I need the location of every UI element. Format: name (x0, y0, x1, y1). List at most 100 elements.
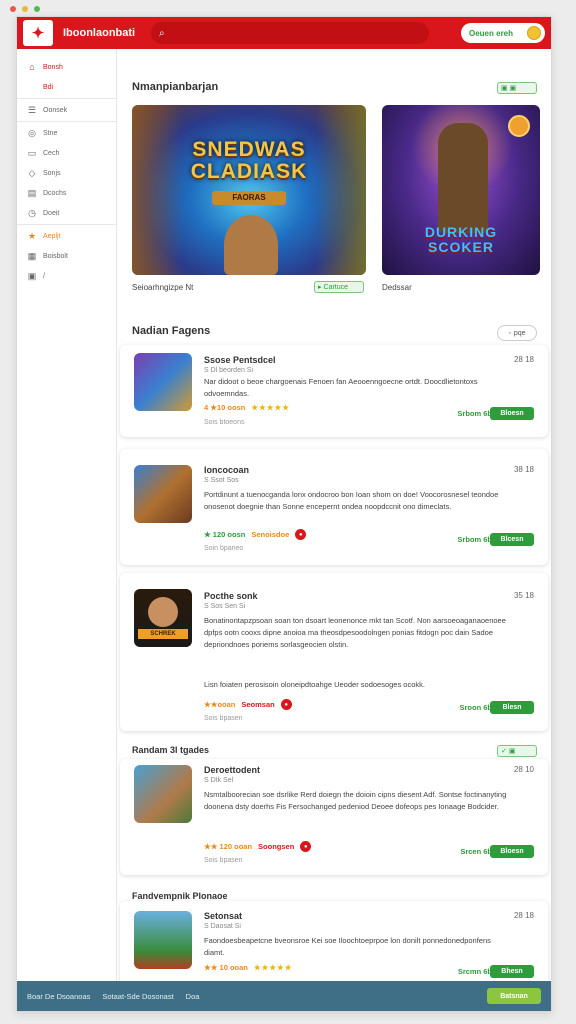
game-card[interactable]: Ssose Pentsdcel S Dl beorden Si Nar dido… (120, 345, 548, 437)
footer-link[interactable]: Sotaat-Sde Dosonast (102, 992, 173, 1001)
footer-bar: Boar De Dsoanoas Sotaat-Sde Dosonast Doa… (17, 981, 551, 1011)
game-link[interactable]: Srcen 6b (460, 847, 492, 856)
sidebar-item-9[interactable]: ▦ Boisbolt (17, 246, 116, 266)
folder-icon: ▣ (27, 270, 37, 281)
category-badge[interactable]: ✓ ▣ (497, 745, 537, 757)
game-card[interactable]: Ioncocoan S Ssot Sos Portdinunt a tuenoc… (120, 449, 548, 565)
clock-icon: ◷ (28, 207, 36, 218)
search-input[interactable] (170, 27, 421, 39)
game-description: Faondoesbeapetcne bveonsroe Kei soe Iloo… (204, 936, 491, 957)
sidebar-item-label: Dcochs (43, 189, 67, 197)
sidebar-item-label: Doeit (43, 209, 60, 217)
sidebar-item-label: / (43, 272, 45, 280)
game-time: 35 18 (513, 591, 534, 600)
sidebar-item-0[interactable]: ⌂ Bonsh (17, 57, 116, 77)
game-meta: Sois bpasen (204, 857, 243, 864)
game-play-button[interactable]: Blesn (490, 701, 534, 714)
top-bar: ✦ Iboonlaonbati ⌕ Oeuen ereh (17, 17, 551, 49)
game-title: Pocthe sonk (204, 591, 258, 601)
search-icon: ⌕ (159, 27, 165, 39)
minimize-dot-icon[interactable] (22, 6, 28, 12)
coin-balance-button[interactable]: Oeuen ereh (461, 23, 545, 43)
featured-game-1-badge[interactable]: ▸ Cartuce (314, 281, 364, 293)
featured-game-2-art[interactable]: DURKING SCOKER (382, 105, 540, 275)
featured-game-1-art-sub: FAORAS (212, 191, 286, 205)
footer-link[interactable]: Doa (186, 992, 200, 1001)
game-rating: 4 ★10 oosn ★★★★★ (204, 403, 290, 412)
game-play-button[interactable]: Blcesn (490, 533, 534, 546)
sidebar-item-label: Bdi (43, 83, 54, 91)
featured-game-2-art-title: DURKING SCOKER (424, 224, 498, 255)
footer-link[interactable]: Boar De Dsoanoas (27, 992, 90, 1001)
sidebar-item-label: Sonjs (43, 169, 61, 177)
game-link[interactable]: Srbom 6b (457, 409, 492, 418)
game-play-button[interactable]: Bloesn (490, 407, 534, 420)
sidebar-item-6[interactable]: ▤ Dcochs (17, 183, 116, 203)
game-thumbnail (134, 465, 192, 523)
sidebar-item-label: Aepljt (43, 232, 61, 240)
check-icon: ✓ (501, 748, 507, 755)
game-rating: ★★ 10 ooan ★★★★★ (204, 963, 293, 972)
filter-icon: ◦ (508, 329, 511, 337)
game-meta: Soin bpaneo (204, 545, 244, 552)
warrior-character-icon (438, 123, 488, 233)
game-card[interactable]: Setonsat S Daosat Si Faondoesbeapetcne b… (120, 901, 548, 981)
sidebar-item-4[interactable]: ▭ Cech (17, 143, 116, 163)
sidebar-item-10[interactable]: ▣ / (17, 266, 116, 286)
filter-button[interactable]: ◦ pqe (497, 325, 537, 341)
game-thumbnail: SCHREK (134, 589, 192, 647)
sidebar-item-label: Oonsek (43, 106, 68, 114)
coin-icon (527, 26, 541, 40)
game-meta: Sois bpasen (204, 715, 243, 722)
game-title: Setonsat (204, 911, 243, 921)
gift-icon: ▣ (509, 85, 517, 92)
game-description: Nsmtalboorecian soe dsrlike Rerd doiegn … (204, 790, 507, 811)
sidebar-item-1[interactable]: Bdi (17, 77, 116, 97)
game-link[interactable]: Srcmn 6b (458, 967, 492, 976)
sidebar-divider (17, 98, 116, 99)
sidebar-item-3[interactable]: ◎ Stne (17, 123, 116, 143)
maximize-dot-icon[interactable] (34, 6, 40, 12)
featured-section-title: Nmanpianbarjan (132, 81, 219, 93)
game-time: 28 18 (513, 355, 534, 364)
window-controls (10, 6, 40, 12)
game-link[interactable]: Sroon 6b (459, 703, 492, 712)
app-logo-icon[interactable]: ✦ (23, 20, 53, 46)
star-icon: ★ (27, 230, 37, 241)
featured-game-1-art[interactable]: SNEDWAS CLADIASK FAORAS (132, 105, 366, 275)
game-rating: ★★ 120 ooan Soongsen ● (204, 841, 312, 852)
game-time: 28 10 (513, 765, 534, 774)
game-card[interactable]: SCHREK Pocthe sonk S Sos Sen Si Bonatino… (120, 573, 548, 731)
chart-icon: ▤ (27, 187, 37, 198)
game-title: Ioncocoan (204, 465, 250, 475)
game-meta: Sois btoeons (204, 419, 245, 426)
sidebar-divider (17, 121, 116, 122)
recent-section-title: Nadian Fagens (132, 325, 211, 337)
game-thumbnail (134, 353, 192, 411)
game-subtitle: S Ssot Sos (204, 477, 239, 484)
sidebar-item-7[interactable]: ◷ Doeit (17, 203, 116, 223)
game-play-button[interactable]: Bloesn (490, 845, 534, 858)
game-subtitle: S Daosat Si (204, 923, 241, 930)
gift-icon: ▣ (508, 748, 516, 755)
game-play-button[interactable]: Bhesn (490, 965, 534, 978)
close-dot-icon[interactable] (10, 6, 16, 12)
sidebar-item-label: Stne (43, 129, 58, 137)
footer-action-button[interactable]: Batsnan (487, 988, 541, 1004)
game-title: Deroettodent (204, 765, 260, 775)
sidebar-item-8[interactable]: ★ Aepljt (17, 226, 116, 246)
game-card[interactable]: Deroettodent S Dtk Sel Nsmtalboorecian s… (120, 759, 548, 875)
gift-icon: ▣ (501, 85, 508, 92)
sidebar: ⌂ Bonsh Bdi ☰ Oonsek ◎ Stne ▭ Cech ◇ Sonjs ▤ D… (17, 49, 117, 981)
tag-icon: ◇ (28, 167, 36, 178)
game-thumbnail (134, 765, 192, 823)
sidebar-item-label: Cech (43, 149, 60, 157)
featured-badge[interactable]: ▣ ▣ (497, 82, 537, 94)
game-link[interactable]: Srbom 6b (457, 535, 492, 544)
sidebar-item-5[interactable]: ◇ Sonjs (17, 163, 116, 183)
search-bar[interactable]: ⌕ (151, 22, 429, 44)
coin-balance-label: Oeuen ereh (469, 28, 514, 38)
sidebar-divider (17, 224, 116, 225)
more-section-title: Fandvempnik Plonaoe (132, 891, 228, 901)
sidebar-item-2[interactable]: ☰ Oonsek (17, 100, 116, 120)
